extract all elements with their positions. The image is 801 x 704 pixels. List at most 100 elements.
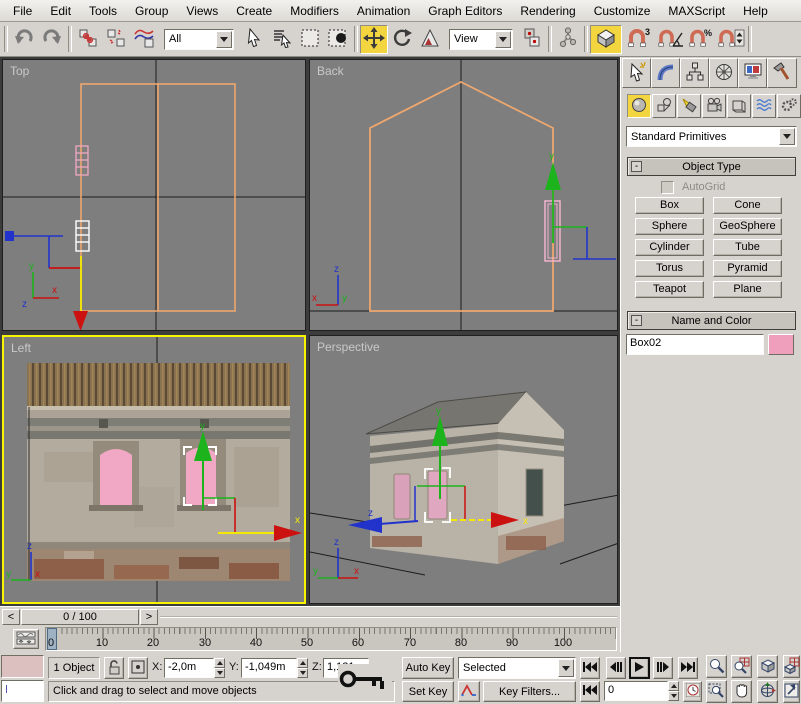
current-frame-field[interactable]: 0 — [604, 681, 668, 701]
dropdown-arrow-icon[interactable] — [495, 31, 511, 48]
menu-group[interactable]: Group — [126, 1, 177, 21]
time-slider-handle[interactable]: 0 / 100 — [21, 609, 139, 625]
select-and-rotate-button[interactable] — [388, 25, 416, 54]
tab-motion[interactable] — [709, 58, 738, 88]
previous-frame-button[interactable] — [606, 657, 626, 679]
time-slider-prev-button[interactable]: < — [2, 609, 20, 625]
rectangular-selection-region-button[interactable] — [296, 25, 324, 54]
time-configuration-button[interactable] — [683, 681, 702, 702]
maxscript-mini-listener-macro[interactable] — [1, 655, 44, 678]
menu-help[interactable]: Help — [734, 1, 777, 21]
min-max-toggle-button[interactable] — [783, 680, 800, 703]
select-and-link-button[interactable] — [74, 25, 102, 54]
open-mini-curve-editor-button[interactable] — [13, 629, 39, 649]
frame-spinner[interactable] — [668, 681, 679, 701]
select-and-move-button[interactable] — [360, 25, 388, 54]
menu-modifiers[interactable]: Modifiers — [281, 1, 348, 21]
torus-button[interactable]: Torus — [635, 260, 704, 277]
x-spinner[interactable] — [214, 658, 225, 678]
angle-snap-toggle-button[interactable] — [654, 25, 686, 54]
selection-lock-toggle[interactable] — [104, 657, 124, 679]
snaps-toggle-button[interactable] — [590, 25, 622, 54]
key-mode-toggle-button[interactable] — [580, 681, 600, 702]
use-pivot-point-center-button[interactable] — [518, 25, 546, 54]
go-to-start-button[interactable] — [580, 657, 600, 679]
arc-rotate-button[interactable] — [757, 680, 778, 703]
time-slider-track[interactable] — [160, 616, 617, 618]
menu-tools[interactable]: Tools — [80, 1, 126, 21]
geosphere-button[interactable]: GeoSphere — [713, 218, 782, 235]
dropdown-arrow-icon[interactable] — [216, 31, 232, 48]
primitive-category-dropdown[interactable]: Standard Primitives — [626, 126, 797, 147]
box-button[interactable]: Box — [635, 197, 704, 214]
menu-create[interactable]: Create — [227, 1, 281, 21]
autogrid-checkbox[interactable] — [661, 181, 674, 194]
undo-button[interactable] — [10, 25, 38, 54]
dropdown-arrow-icon[interactable] — [779, 128, 795, 145]
category-systems-button[interactable] — [777, 94, 801, 118]
tab-utilities[interactable] — [767, 58, 797, 88]
category-space-warps-button[interactable] — [752, 94, 776, 118]
sphere-button[interactable]: Sphere — [635, 218, 704, 235]
default-tangent-button[interactable] — [458, 681, 480, 702]
play-button[interactable] — [629, 657, 650, 679]
pan-button[interactable] — [731, 680, 752, 703]
y-spinner[interactable] — [297, 658, 308, 678]
time-slider-next-button[interactable]: > — [140, 609, 158, 625]
select-and-manipulate-button[interactable] — [554, 25, 582, 54]
x-coordinate-field[interactable]: -2,0m — [164, 658, 214, 678]
menu-graph-editors[interactable]: Graph Editors — [419, 1, 511, 21]
tab-create[interactable] — [622, 58, 651, 88]
viewport-perspective[interactable]: Perspective — [309, 335, 618, 604]
zoom-region-button[interactable] — [706, 680, 727, 703]
zoom-button[interactable] — [706, 655, 727, 678]
zoom-extents-all-button[interactable] — [783, 655, 800, 678]
category-lights-button[interactable] — [677, 94, 701, 118]
snap-3d-toggle-button[interactable]: 3 — [622, 25, 654, 54]
unlink-selection-button[interactable] — [102, 25, 130, 54]
set-key-button[interactable]: Set Key — [402, 681, 454, 702]
go-to-end-button[interactable] — [678, 657, 698, 679]
key-filters-button[interactable]: Key Filters... — [483, 681, 576, 702]
object-type-rollout-header[interactable]: - Object Type — [627, 157, 796, 176]
auto-key-button[interactable]: Auto Key — [402, 657, 454, 679]
menu-rendering[interactable]: Rendering — [511, 1, 584, 21]
viewport-left[interactable]: Left — [2, 335, 306, 604]
category-cameras-button[interactable] — [702, 94, 726, 118]
set-keys-button[interactable] — [338, 664, 392, 698]
pyramid-button[interactable]: Pyramid — [713, 260, 782, 277]
menu-edit[interactable]: Edit — [41, 1, 80, 21]
absolute-offset-mode-toggle[interactable] — [128, 657, 148, 679]
category-helpers-button[interactable] — [727, 94, 751, 118]
teapot-button[interactable]: Teapot — [635, 281, 704, 298]
redo-button[interactable] — [38, 25, 66, 54]
menu-views[interactable]: Views — [177, 1, 227, 21]
reference-coordinate-dropdown[interactable]: View — [449, 29, 513, 50]
maxscript-mini-listener[interactable] — [1, 680, 44, 702]
tube-button[interactable]: Tube — [713, 239, 782, 256]
bind-to-space-warp-button[interactable] — [130, 25, 158, 54]
next-frame-button[interactable] — [653, 657, 673, 679]
y-coordinate-field[interactable]: -1,049m — [241, 658, 297, 678]
menu-animation[interactable]: Animation — [348, 1, 419, 21]
rollout-collapse-icon[interactable]: - — [631, 161, 642, 172]
dropdown-arrow-icon[interactable] — [558, 659, 574, 677]
key-selection-set-dropdown[interactable]: Selected — [458, 657, 576, 679]
cylinder-button[interactable]: Cylinder — [635, 239, 704, 256]
rollout-collapse-icon[interactable]: - — [631, 315, 642, 326]
name-color-rollout-header[interactable]: - Name and Color — [627, 311, 796, 330]
viewport-top[interactable]: Top — [2, 59, 306, 331]
tab-modify[interactable] — [651, 58, 680, 88]
menu-maxscript[interactable]: MAXScript — [659, 1, 734, 21]
zoom-extents-button[interactable] — [757, 655, 778, 678]
menu-customize[interactable]: Customize — [585, 1, 660, 21]
object-color-swatch[interactable] — [768, 334, 794, 355]
track-bar-ruler[interactable]: 0 10 20 30 40 50 60 70 80 90 100 — [45, 627, 617, 651]
menu-file[interactable]: File — [4, 1, 41, 21]
selection-filter-dropdown[interactable]: All — [164, 29, 234, 50]
percent-snap-toggle-button[interactable]: % — [686, 25, 716, 54]
category-shapes-button[interactable] — [652, 94, 676, 118]
spinner-snap-toggle-button[interactable] — [716, 25, 746, 54]
window-crossing-toggle-button[interactable] — [324, 25, 352, 54]
select-and-scale-button[interactable] — [416, 25, 444, 54]
